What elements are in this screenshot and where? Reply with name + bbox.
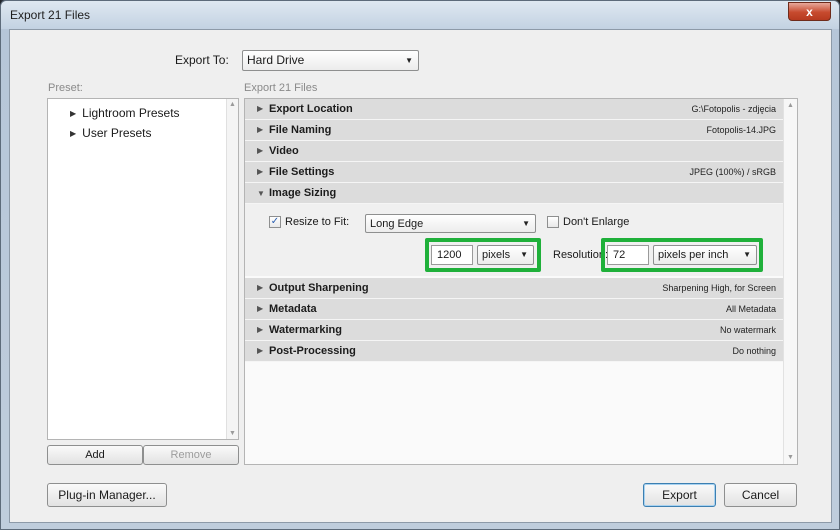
export-dialog: Export 21 Files x Export To: Hard Drive … xyxy=(0,0,840,530)
section-name: Image Sizing xyxy=(269,187,337,199)
section-summary: Do nothing xyxy=(732,346,776,356)
expand-triangle-icon: ▶ xyxy=(257,104,264,113)
resolution-unit-value: pixels per inch xyxy=(658,249,729,261)
section-export-location[interactable]: ▶ Export Location G:\Fotopolis - zdjęcia xyxy=(245,99,784,120)
settings-scrollbar[interactable]: ▲ ▼ xyxy=(783,99,797,464)
image-sizing-body: ✓ Resize to Fit: Long Edge ▼ Don't Enlar… xyxy=(245,204,784,276)
size-value-input[interactable]: 1200 xyxy=(431,245,473,265)
section-summary: No watermark xyxy=(719,325,776,335)
close-icon: x xyxy=(806,4,813,19)
scroll-up-icon[interactable]: ▲ xyxy=(229,101,236,108)
dropdown-arrow-icon: ▼ xyxy=(405,56,413,65)
dropdown-arrow-icon: ▼ xyxy=(743,250,751,259)
section-summary: Sharpening High, for Screen xyxy=(662,283,776,293)
export-to-row: Export To: Hard Drive ▼ xyxy=(10,48,831,72)
export-button[interactable]: Export xyxy=(643,483,716,507)
section-summary: G:\Fotopolis - zdjęcia xyxy=(691,104,776,114)
section-watermarking[interactable]: ▶ Watermarking No watermark xyxy=(245,320,784,341)
section-summary: JPEG (100%) / sRGB xyxy=(689,167,776,177)
section-metadata[interactable]: ▶ Metadata All Metadata xyxy=(245,299,784,320)
section-name: Metadata xyxy=(269,303,317,315)
section-name: Video xyxy=(269,145,299,157)
section-name: File Settings xyxy=(269,166,335,178)
remove-preset-button[interactable]: Remove xyxy=(143,445,239,465)
cancel-button[interactable]: Cancel xyxy=(724,483,797,507)
section-image-sizing[interactable]: ▼ Image Sizing xyxy=(245,183,784,204)
collapse-triangle-icon: ▼ xyxy=(257,189,265,198)
dropdown-arrow-icon: ▼ xyxy=(520,250,528,259)
preset-buttons: Add Remove xyxy=(47,445,239,465)
window-title: Export 21 Files xyxy=(10,8,91,22)
resolution-label: Resolution: xyxy=(553,249,609,261)
preset-item-label: Lightroom Presets xyxy=(82,106,180,120)
preset-scrollbar[interactable]: ▲ ▼ xyxy=(226,99,238,439)
preset-label: Preset: xyxy=(48,82,83,94)
resolution-value-input[interactable]: 72 xyxy=(607,245,649,265)
resolution-unit-select[interactable]: pixels per inch ▼ xyxy=(653,245,757,265)
section-summary: Fotopolis-14.JPG xyxy=(706,125,776,135)
scroll-down-icon[interactable]: ▼ xyxy=(229,430,236,437)
expand-triangle-icon: ▶ xyxy=(257,325,264,334)
expand-triangle-icon: ▶ xyxy=(257,146,264,155)
preset-item-lightroom-presets[interactable]: ▶ Lightroom Presets xyxy=(70,106,180,120)
expand-triangle-icon: ▶ xyxy=(257,346,264,355)
scroll-down-icon[interactable]: ▼ xyxy=(787,454,794,461)
resize-to-fit-checkbox[interactable]: ✓ xyxy=(269,216,281,228)
expand-triangle-icon: ▶ xyxy=(257,283,264,292)
export-to-select[interactable]: Hard Drive ▼ xyxy=(242,50,419,71)
export-settings-panel: ▶ Export Location G:\Fotopolis - zdjęcia… xyxy=(244,98,798,465)
section-post-processing[interactable]: ▶ Post-Processing Do nothing xyxy=(245,341,784,362)
section-output-sharpening[interactable]: ▶ Output Sharpening Sharpening High, for… xyxy=(245,278,784,299)
dialog-client-area: Export To: Hard Drive ▼ Preset: Export 2… xyxy=(9,29,832,523)
export-to-label: Export To: xyxy=(175,53,229,67)
dont-enlarge-checkbox[interactable] xyxy=(547,216,559,228)
plugin-manager-button[interactable]: Plug-in Manager... xyxy=(47,483,167,507)
section-name: Export Location xyxy=(269,103,353,115)
export-to-value: Hard Drive xyxy=(247,53,305,67)
resize-mode-value: Long Edge xyxy=(370,218,424,230)
resize-to-fit-label: Resize to Fit: xyxy=(285,216,350,228)
dont-enlarge-label: Don't Enlarge xyxy=(563,216,630,228)
resize-mode-select[interactable]: Long Edge ▼ xyxy=(365,214,536,233)
section-file-settings[interactable]: ▶ File Settings JPEG (100%) / sRGB xyxy=(245,162,784,183)
section-name: Output Sharpening xyxy=(269,282,369,294)
expand-triangle-icon[interactable]: ▶ xyxy=(70,129,76,138)
expand-triangle-icon[interactable]: ▶ xyxy=(70,109,76,118)
size-unit-select[interactable]: pixels ▼ xyxy=(477,245,534,265)
dropdown-arrow-icon: ▼ xyxy=(522,219,530,228)
title-bar[interactable]: Export 21 Files x xyxy=(1,1,839,29)
section-video[interactable]: ▶ Video xyxy=(245,141,784,162)
expand-triangle-icon: ▶ xyxy=(257,304,264,313)
size-unit-value: pixels xyxy=(482,249,511,261)
section-name: File Naming xyxy=(269,124,332,136)
expand-triangle-icon: ▶ xyxy=(257,167,264,176)
scroll-up-icon[interactable]: ▲ xyxy=(787,102,794,109)
preset-list: ▶ Lightroom Presets ▶ User Presets ▲ ▼ xyxy=(47,98,239,440)
section-file-naming[interactable]: ▶ File Naming Fotopolis-14.JPG xyxy=(245,120,784,141)
settings-label: Export 21 Files xyxy=(244,82,318,94)
close-button[interactable]: x xyxy=(788,2,831,21)
preset-item-user-presets[interactable]: ▶ User Presets xyxy=(70,126,152,140)
section-name: Watermarking xyxy=(269,324,342,336)
add-preset-button[interactable]: Add xyxy=(47,445,143,465)
preset-item-label: User Presets xyxy=(82,126,152,140)
section-name: Post-Processing xyxy=(269,345,356,357)
section-summary: All Metadata xyxy=(725,304,776,314)
expand-triangle-icon: ▶ xyxy=(257,125,264,134)
